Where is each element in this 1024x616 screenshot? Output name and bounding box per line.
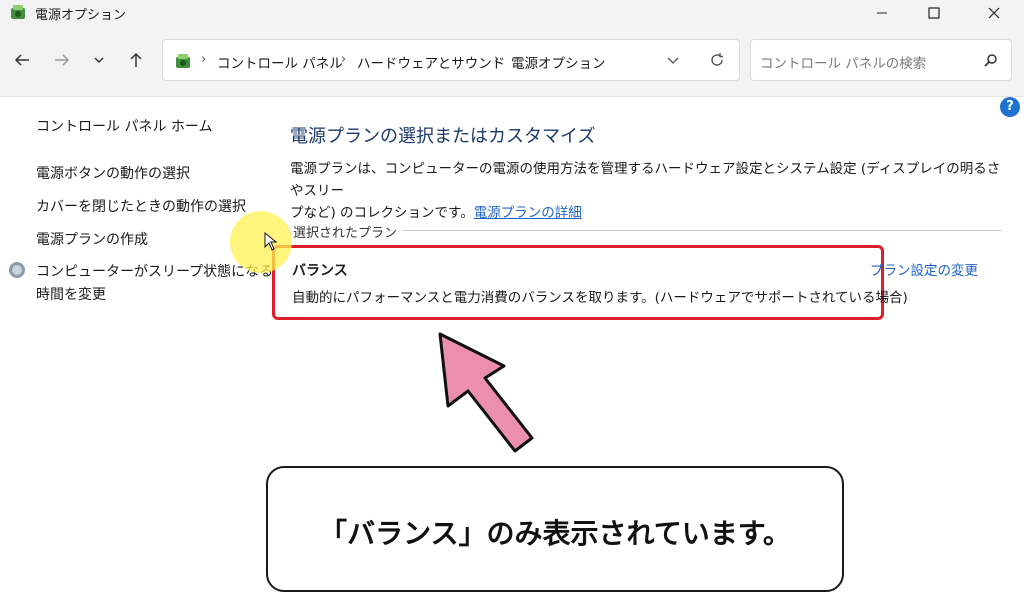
selected-plan-label: 選択されたプラン	[293, 226, 398, 241]
cursor-highlight	[230, 211, 292, 273]
chevron-down-icon	[94, 57, 104, 64]
search-placeholder: コントロール パネルの検索	[760, 56, 927, 72]
breadcrumb-hardware-sound[interactable]: ハードウェアとサウンド	[357, 52, 505, 72]
sidebar-item-control-panel-home[interactable]: コントロール パネル ホーム	[36, 116, 212, 136]
highlight-box	[272, 245, 884, 320]
close-button[interactable]	[970, 0, 1018, 26]
breadcrumb-separator-icon: ›	[201, 52, 207, 67]
section-divider	[402, 230, 1002, 231]
breadcrumb-separator-icon: ›	[494, 52, 500, 67]
window-title: 電源オプション	[35, 8, 127, 23]
power-options-window: 電源オプション › コントロール パネル › ハードウェアとサウンド › 電源オ…	[0, 0, 1024, 616]
title-bar: 電源オプション	[0, 0, 1024, 26]
breadcrumb-control-panel[interactable]: コントロール パネル	[217, 52, 343, 72]
power-plan-details-link[interactable]: 電源プランの詳細	[474, 205, 582, 221]
annotation-arrow-icon	[438, 332, 534, 453]
sidebar-item-sleep-time-line2[interactable]: 時間を変更	[36, 284, 106, 304]
sidebar-item-sleep-time[interactable]: コンピューターがスリープ状態になる	[36, 261, 273, 281]
arrow-right-icon	[55, 54, 70, 66]
sidebar-item-create-power-plan[interactable]: 電源プランの作成	[36, 229, 148, 249]
description-line2: プなど) のコレクションです。	[290, 205, 474, 221]
chevron-down-icon[interactable]	[665, 52, 681, 68]
recent-locations-button[interactable]	[87, 48, 111, 72]
sidebar-item-lid-close-behavior[interactable]: カバーを閉じたときの動作の選択	[36, 196, 246, 216]
caption-text: 「バランス」のみ表示されています。	[319, 517, 791, 550]
arrow-up-icon	[130, 52, 142, 67]
up-button[interactable]	[124, 48, 148, 72]
navigation-bar: › コントロール パネル › ハードウェアとサウンド › 電源オプション コント…	[0, 26, 1024, 97]
minimize-icon	[877, 12, 887, 14]
page-title: 電源プランの選択またはカスタマイズ	[290, 126, 596, 147]
refresh-icon[interactable]	[708, 51, 726, 69]
arrow-left-icon	[14, 54, 29, 66]
change-plan-settings-link[interactable]: プラン設定の変更	[870, 259, 978, 279]
search-box[interactable]: コントロール パネルの検索	[750, 39, 1012, 81]
plan-description: 自動的にパフォーマンスと電力消費のバランスを取ります。(ハードウェアでサポートさ…	[292, 290, 908, 306]
search-icon[interactable]	[983, 52, 999, 68]
forward-button[interactable]	[50, 48, 74, 72]
maximize-button[interactable]	[910, 0, 958, 26]
power-options-icon	[11, 5, 25, 19]
description-line1: 電源プランは、コンピューターの電源の使用方法を管理するハードウェア設定とシステム…	[290, 161, 1001, 199]
breadcrumb-separator-icon: ›	[341, 52, 347, 67]
minimize-button[interactable]	[858, 0, 906, 26]
caption-box: 「バランス」のみ表示されています。	[266, 466, 844, 592]
page-description: 電源プランは、コンピューターの電源の使用方法を管理するハードウェア設定とシステム…	[290, 158, 1010, 224]
shield-icon	[9, 262, 25, 278]
maximize-icon	[928, 7, 940, 19]
sidebar-item-power-button-behavior[interactable]: 電源ボタンの動作の選択	[36, 163, 190, 183]
power-options-icon	[176, 54, 190, 68]
help-icon[interactable]: ?	[1000, 97, 1020, 117]
back-button[interactable]	[10, 48, 34, 72]
breadcrumb-power-options[interactable]: 電源オプション	[511, 52, 606, 72]
close-icon	[988, 7, 1000, 19]
mouse-pointer-icon	[264, 232, 278, 251]
plan-name: バランス	[292, 263, 348, 279]
address-bar[interactable]: › コントロール パネル › ハードウェアとサウンド › 電源オプション	[162, 39, 740, 81]
